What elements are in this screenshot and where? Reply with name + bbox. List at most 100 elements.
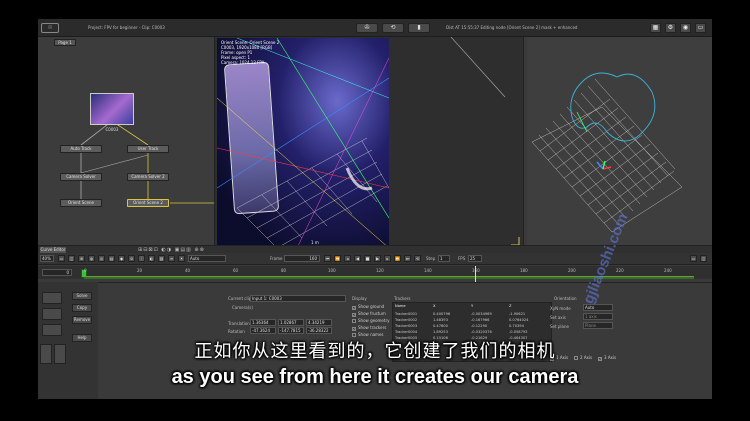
depth-icon[interactable]: ▤ xyxy=(108,255,115,262)
set-plane-field[interactable]: Plane xyxy=(583,322,613,329)
rotation-y-field[interactable]: -147.7815 xyxy=(278,327,304,334)
tracker-view-button[interactable]: ✇ xyxy=(356,23,378,33)
ruler-tick: 80 xyxy=(281,268,287,273)
fit-icon[interactable]: ▭ xyxy=(58,255,65,262)
subtitle-chinese: 正如你从这里看到的，它创建了我们的相机 xyxy=(194,341,556,362)
xyz-mode-label: XyN mode xyxy=(550,306,571,311)
node-auto-track[interactable]: Auto Track xyxy=(60,145,102,153)
node-connections xyxy=(80,120,214,204)
translation-x-field[interactable]: 1.36364 xyxy=(250,319,276,326)
node-camera-solver[interactable]: Camera Solver xyxy=(60,173,102,181)
prev-key-button[interactable]: ⏪ xyxy=(334,255,341,262)
table-cell: -1.90621 xyxy=(509,312,526,316)
viewer-guides xyxy=(450,37,520,246)
exposure-icon[interactable]: ☀ xyxy=(178,255,185,262)
layout-view-button[interactable]: ▮ xyxy=(408,23,430,33)
fps-field[interactable]: 25 xyxy=(468,255,482,262)
scale-icon[interactable]: ◎ xyxy=(98,255,105,262)
overlay-icon[interactable]: ◍ xyxy=(88,255,95,262)
gear-icon[interactable]: ⚙ xyxy=(665,23,676,33)
table-row[interactable]: Tracker0001 0.400796 -0.0034969 -1.90621 xyxy=(395,312,547,317)
show-trackers-checkbox[interactable]: ✓ Show trackers xyxy=(352,325,386,331)
node-user-track[interactable]: User Track xyxy=(127,145,169,153)
info-icon[interactable]: ⓘ xyxy=(138,255,145,262)
node-orient-scene-2[interactable]: Orient Scene 2 xyxy=(127,199,169,207)
project-title: Project: FPV for beginner - Clip: C0003 xyxy=(88,25,165,30)
loop-button[interactable]: ⟲ xyxy=(414,255,421,262)
app-logo-icon[interactable]: ☉ xyxy=(41,23,59,33)
set-axis-field[interactable]: 1 axis xyxy=(583,313,613,320)
status-line: Dist AT 15:55:37 Editing node [Orient Sc… xyxy=(446,25,578,30)
table-cell: Tracker0004 xyxy=(395,330,418,334)
grid-tool-icon[interactable] xyxy=(42,324,62,336)
translation-y-field[interactable]: 1.02867 xyxy=(278,319,304,326)
table-cell: 0.400796 xyxy=(433,312,451,316)
snap-icon[interactable]: ⊕ xyxy=(78,255,85,262)
step-field[interactable]: 1 xyxy=(438,255,450,262)
table-cell: 0.47600 xyxy=(433,324,448,328)
first-frame-button[interactable]: ⏮ xyxy=(324,255,331,262)
ruler-tick: 140 xyxy=(424,268,432,273)
remove-button[interactable]: Remove xyxy=(72,316,92,324)
mask-icon[interactable]: ◐ xyxy=(148,255,155,262)
view-mode-select[interactable]: Auto xyxy=(188,255,226,262)
translate-tool-icon[interactable] xyxy=(42,292,62,304)
next-key-button[interactable]: ⏩ xyxy=(394,255,401,262)
start-frame-field[interactable]: 0 xyxy=(42,269,72,276)
zoom-field[interactable]: 40% xyxy=(40,255,54,262)
playhead[interactable] xyxy=(475,266,476,282)
table-row[interactable]: Tracker0003 0.47600 -0.12290 0.70394 xyxy=(395,324,547,329)
play-button[interactable]: ▶ xyxy=(374,255,381,262)
node-orient-scene[interactable]: Orient Scene xyxy=(60,199,102,207)
ruler-tick: 60 xyxy=(233,268,239,273)
color-icon[interactable]: ◆ xyxy=(118,255,125,262)
grid-icon[interactable]: ▦ xyxy=(650,23,661,33)
table-row[interactable]: Tracker0004 1.89253 -0.0320376 -0.058793 xyxy=(395,330,547,335)
stop-button[interactable]: ■ xyxy=(364,255,371,262)
table-cell: 1.89253 xyxy=(433,330,448,334)
show-frustum-checkbox[interactable]: ✓ Show frustum xyxy=(352,311,386,317)
solve-button[interactable]: Solve xyxy=(72,292,92,300)
camera-icon[interactable]: ◉ xyxy=(680,23,691,33)
rotation-x-field[interactable]: -47.3624 xyxy=(250,327,276,334)
ruler-tick: 40 xyxy=(185,268,191,273)
show-ground-checkbox[interactable]: ✓ Show ground xyxy=(352,304,384,310)
loop-view-button[interactable]: ⟲ xyxy=(382,23,404,33)
show-geometry-checkbox[interactable]: Show geometry xyxy=(352,318,389,323)
trackers-label: Trackers xyxy=(394,296,411,301)
camera-label: Camera(s) xyxy=(232,305,253,310)
frame-field[interactable]: 160 xyxy=(284,255,320,262)
table-cell: -0.058793 xyxy=(509,330,528,334)
trackers-header: Name X Y Z xyxy=(395,304,547,309)
xyz-mode-select[interactable]: Auto xyxy=(583,304,613,311)
image-viewer[interactable]: Orient Scene: Orient Scene 2 C0003, 1920… xyxy=(214,37,524,249)
rotation-z-field[interactable]: -36.28322 xyxy=(306,327,332,334)
channel-icon[interactable]: ▧ xyxy=(158,255,165,262)
table-cell: 1.48393 xyxy=(433,318,448,322)
copy-button[interactable]: Copy xyxy=(72,304,92,312)
node-editor-panel[interactable]: Page 1 C0003 Auto Track User Track Camer… xyxy=(38,37,214,245)
rotation-label: Rotation xyxy=(228,329,245,334)
frame-label: Frame xyxy=(270,256,283,261)
scale-tool-icon[interactable] xyxy=(42,308,62,320)
set-axis-label: Set axis xyxy=(550,315,566,320)
frame-icon[interactable]: ◫ xyxy=(68,255,75,262)
expand-icon[interactable]: ▭ xyxy=(690,255,697,262)
node-camera-solver-2[interactable]: Camera Solver 2 xyxy=(127,173,169,181)
fps-label: FPS xyxy=(458,256,466,261)
prev-frame-button[interactable]: ◂ xyxy=(344,255,351,262)
clip-node-thumbnail[interactable] xyxy=(90,93,134,125)
monitor-icon[interactable]: ▭ xyxy=(695,23,706,33)
col-header: X xyxy=(433,304,436,308)
collapse-icon[interactable]: ◫ xyxy=(700,255,707,262)
ruler-tick: 0 xyxy=(84,268,87,273)
table-row[interactable]: Tracker0002 1.48393 -0.167966 0.0764024 xyxy=(395,318,547,323)
filter-icon[interactable]: ≡ xyxy=(168,255,175,262)
last-frame-button[interactable]: ⏭ xyxy=(404,255,411,262)
next-frame-button[interactable]: ▸ xyxy=(384,255,391,262)
play-back-button[interactable]: ◀ xyxy=(354,255,361,262)
table-cell: -0.0034969 xyxy=(471,312,492,316)
lock-icon[interactable]: ⊘ xyxy=(128,255,135,262)
translation-z-field[interactable]: 4.34219 xyxy=(306,319,332,326)
current-clip-select[interactable]: Input 1: C0003 xyxy=(250,295,346,302)
